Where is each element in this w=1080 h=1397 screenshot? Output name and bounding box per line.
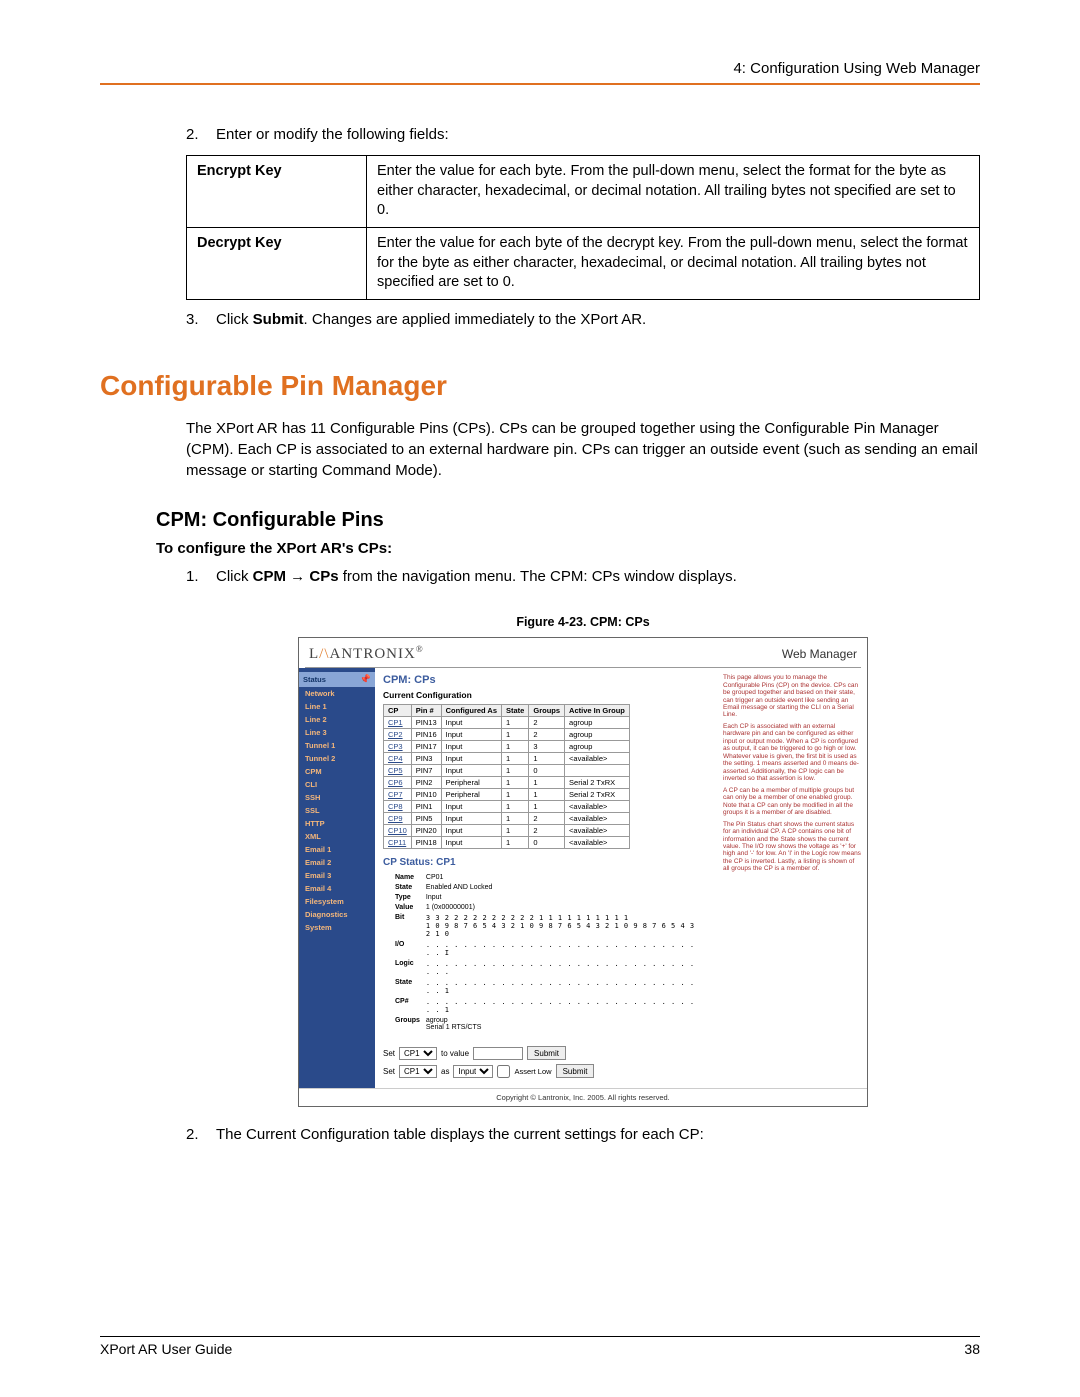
cp-status-table: NameCP01 StateEnabled AND Locked TypeInp… xyxy=(393,872,709,1034)
sidebar-item[interactable]: SSL xyxy=(299,804,375,817)
sidebar-item[interactable]: SSH xyxy=(299,791,375,804)
table-row: Encrypt Key Enter the value for each byt… xyxy=(187,156,980,228)
cp-type-select[interactable]: Input xyxy=(453,1065,493,1078)
sidebar-item[interactable]: Line 1 xyxy=(299,700,375,713)
pin-icon[interactable]: 📌 xyxy=(360,674,371,685)
info-sidebar: This page allows you to manage the Confi… xyxy=(717,668,867,1088)
kv-key: Encrypt Key xyxy=(187,156,367,228)
procedure-title: To configure the XPort AR's CPs: xyxy=(156,540,980,557)
footer-page-number: 38 xyxy=(964,1341,980,1357)
section-heading: Configurable Pin Manager xyxy=(100,370,980,402)
table-row: CP9PIN5Input12<available> xyxy=(384,813,630,825)
cp-select-2[interactable]: CP1 xyxy=(399,1065,437,1078)
kv-key: Decrypt Key xyxy=(187,227,367,299)
app-title: Web Manager xyxy=(782,647,857,661)
sidebar-item[interactable]: Tunnel 1 xyxy=(299,739,375,752)
panel-subtitle: Current Configuration xyxy=(383,690,709,700)
table-row: CP7PIN10Peripheral11Serial 2 TxRX xyxy=(384,789,630,801)
assert-low-checkbox[interactable] xyxy=(497,1065,510,1078)
sidebar-item[interactable]: Filesystem xyxy=(299,895,375,908)
main-panel: CPM: CPs Current Configuration CPPin #Co… xyxy=(375,668,717,1088)
cp-link[interactable]: CP8 xyxy=(384,801,412,813)
sidebar-item[interactable]: Network xyxy=(299,687,375,700)
arrow-icon: → xyxy=(286,568,309,585)
cp-link[interactable]: CP11 xyxy=(384,837,412,849)
sidebar-item[interactable]: CPM xyxy=(299,765,375,778)
table-row: CP11PIN18Input10<available> xyxy=(384,837,630,849)
sidebar-item[interactable]: Line 3 xyxy=(299,726,375,739)
sidebar-item-status[interactable]: Status📌 xyxy=(299,672,375,687)
kv-val: Enter the value for each byte of the dec… xyxy=(367,227,980,299)
assert-low-label: Assert Low xyxy=(514,1067,551,1076)
table-row: CP6PIN2Peripheral11Serial 2 TxRX xyxy=(384,777,630,789)
step-2-text: Enter or modify the following fields: xyxy=(216,126,449,143)
cp-value-input[interactable] xyxy=(473,1047,523,1060)
section-paragraph: The XPort AR has 11 Configurable Pins (C… xyxy=(186,418,980,481)
cp-link[interactable]: CP10 xyxy=(384,825,412,837)
table-row: CP4PIN3Input11<available> xyxy=(384,753,630,765)
page-footer: XPort AR User Guide 38 xyxy=(100,1336,980,1357)
sidebar-item[interactable]: Email 2 xyxy=(299,856,375,869)
page-header-breadcrumb: 4: Configuration Using Web Manager xyxy=(100,60,980,77)
sidebar: Status📌 NetworkLine 1Line 2Line 3Tunnel … xyxy=(299,668,375,1088)
sidebar-item[interactable]: CLI xyxy=(299,778,375,791)
submit-button-1[interactable]: Submit xyxy=(527,1046,566,1060)
step-3: 3.Click Submit. Changes are applied imme… xyxy=(186,310,980,330)
col-header: CP xyxy=(384,705,412,717)
submit-button-2[interactable]: Submit xyxy=(556,1064,595,1078)
table-row: CP1PIN13Input12agroup xyxy=(384,717,630,729)
info-paragraph: A CP can be a member of multiple groups … xyxy=(723,787,861,817)
sidebar-item[interactable]: XML xyxy=(299,830,375,843)
sidebar-item[interactable]: Tunnel 2 xyxy=(299,752,375,765)
info-paragraph: The Pin Status chart shows the current s… xyxy=(723,821,861,873)
table-row: CP3PIN17Input13agroup xyxy=(384,741,630,753)
table-row: CP8PIN1Input11<available> xyxy=(384,801,630,813)
col-header: Groups xyxy=(529,705,565,717)
step-after-fig: 2.The Current Configuration table displa… xyxy=(186,1125,980,1145)
sidebar-item[interactable]: Email 1 xyxy=(299,843,375,856)
sidebar-item[interactable]: Email 4 xyxy=(299,882,375,895)
col-header: Active In Group xyxy=(565,705,630,717)
col-header: Pin # xyxy=(411,705,441,717)
step-1-nav: 1.Click CPM → CPs from the navigation me… xyxy=(186,567,980,587)
panel-title: CPM: CPs xyxy=(383,674,709,686)
info-paragraph: Each CP is associated with an external h… xyxy=(723,723,861,783)
col-header: State xyxy=(502,705,529,717)
sidebar-item[interactable]: HTTP xyxy=(299,817,375,830)
header-rule xyxy=(100,83,980,85)
sidebar-item[interactable]: Line 2 xyxy=(299,713,375,726)
logo: L/\ANTRONIX® xyxy=(309,644,424,663)
table-row: CP10PIN20Input12<available> xyxy=(384,825,630,837)
subsection-heading: CPM: Configurable Pins xyxy=(156,509,980,532)
embedded-screenshot: L/\ANTRONIX® Web Manager Status📌 Network… xyxy=(298,637,868,1107)
key-value-table: Encrypt Key Enter the value for each byt… xyxy=(186,155,980,299)
cp-link[interactable]: CP7 xyxy=(384,789,412,801)
cp-link[interactable]: CP6 xyxy=(384,777,412,789)
kv-val: Enter the value for each byte. From the … xyxy=(367,156,980,228)
cp-link[interactable]: CP2 xyxy=(384,729,412,741)
table-row: CP2PIN16Input12agroup xyxy=(384,729,630,741)
figure-caption: Figure 4-23. CPM: CPs xyxy=(186,615,980,629)
cp-link[interactable]: CP1 xyxy=(384,717,412,729)
copyright-text: Copyright © Lantronix, Inc. 2005. All ri… xyxy=(299,1088,867,1106)
cp-status-title: CP Status: CP1 xyxy=(383,857,709,868)
cp-select-1[interactable]: CP1 xyxy=(399,1047,437,1060)
table-row: Decrypt Key Enter the value for each byt… xyxy=(187,227,980,299)
cp-link[interactable]: CP5 xyxy=(384,765,412,777)
cp-link[interactable]: CP4 xyxy=(384,753,412,765)
cp-link[interactable]: CP9 xyxy=(384,813,412,825)
sidebar-item[interactable]: System xyxy=(299,921,375,934)
table-row: CP5PIN7Input10 xyxy=(384,765,630,777)
config-table: CPPin #Configured AsStateGroupsActive In… xyxy=(383,704,630,849)
sidebar-item[interactable]: Diagnostics xyxy=(299,908,375,921)
cp-link[interactable]: CP3 xyxy=(384,741,412,753)
step-2: 2.Enter or modify the following fields: xyxy=(186,125,980,145)
info-paragraph: This page allows you to manage the Confi… xyxy=(723,674,861,719)
cp-set-controls: Set CP1 to value Submit Set CP1 as Input… xyxy=(383,1046,709,1078)
sidebar-item[interactable]: Email 3 xyxy=(299,869,375,882)
col-header: Configured As xyxy=(441,705,501,717)
footer-left: XPort AR User Guide xyxy=(100,1341,232,1357)
